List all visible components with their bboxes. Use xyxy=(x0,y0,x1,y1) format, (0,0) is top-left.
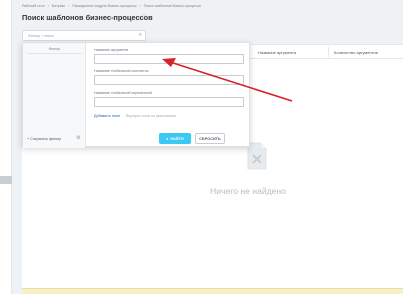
find-button-label: НАЙТИ xyxy=(170,136,184,141)
restore-default-fields-link[interactable]: Вернуть поля по умолчанию xyxy=(126,114,176,118)
add-field-link[interactable]: Добавить поле xyxy=(94,114,120,118)
reset-button[interactable]: СБРОСИТЬ xyxy=(195,133,225,144)
breadcrumb-separator-icon: › xyxy=(139,4,141,8)
search-icon[interactable]: ⌕ xyxy=(139,32,142,39)
breadcrumb-separator-icon: › xyxy=(68,4,70,8)
global-constant-field[interactable] xyxy=(94,75,244,85)
breadcrumb-item[interactable]: Битрикс xyxy=(52,4,65,8)
find-button[interactable]: ⌕ НАЙТИ xyxy=(159,133,191,144)
star-icon[interactable]: ☆ xyxy=(141,13,147,21)
field-label-argument-name: Название аргумента xyxy=(94,48,129,52)
sidebar-collapse-handle[interactable] xyxy=(0,176,12,184)
bottom-notice-bar xyxy=(22,288,403,294)
presets-divider xyxy=(27,53,82,54)
presets-header: Фильтр xyxy=(48,47,61,51)
breadcrumb-item[interactable]: Рабочий стол xyxy=(22,4,45,8)
field-label-global-constant: Название глобальной константы xyxy=(94,69,149,73)
breadcrumb-separator-icon: › xyxy=(47,4,49,8)
search-icon: ⌕ xyxy=(166,136,169,141)
column-divider xyxy=(328,47,329,57)
breadcrumb-item[interactable]: Поиск шаблонов бизнес-процесса xyxy=(144,4,201,8)
left-sidebar-strip xyxy=(0,0,12,294)
search-placeholder: Фильтр + поиск xyxy=(28,34,54,38)
argument-name-field[interactable] xyxy=(94,54,244,64)
search-input[interactable]: Фильтр + поиск ⌕ xyxy=(22,30,146,41)
save-filter-label: Сохранить фильтр xyxy=(30,137,62,141)
gear-icon[interactable]: ⚙ xyxy=(76,135,80,141)
page-title: Поиск шаблонов бизнес-процессов xyxy=(22,13,153,22)
filter-popup: Фильтр + Сохранить фильтр ⚙ Название арг… xyxy=(22,42,250,148)
column-header-argument-count[interactable]: Количество аргументов xyxy=(334,50,378,55)
reset-button-label: СБРОСИТЬ xyxy=(199,136,221,141)
breadcrumb: Рабочий стол › Битрикс › Расширение моду… xyxy=(22,4,201,8)
field-label-global-variable: Название глобальной переменной xyxy=(94,91,152,95)
empty-state-text: Ничего не найдено xyxy=(210,186,286,196)
save-filter-button[interactable]: + Сохранить фильтр xyxy=(27,137,61,141)
column-header-argument-name[interactable]: Название аргумента xyxy=(258,50,296,55)
filter-presets-panel: Фильтр + Сохранить фильтр ⚙ xyxy=(23,43,86,148)
global-variable-field[interactable] xyxy=(94,97,244,107)
breadcrumb-item[interactable]: Расширение модуля бизнес-процессы xyxy=(72,4,136,8)
